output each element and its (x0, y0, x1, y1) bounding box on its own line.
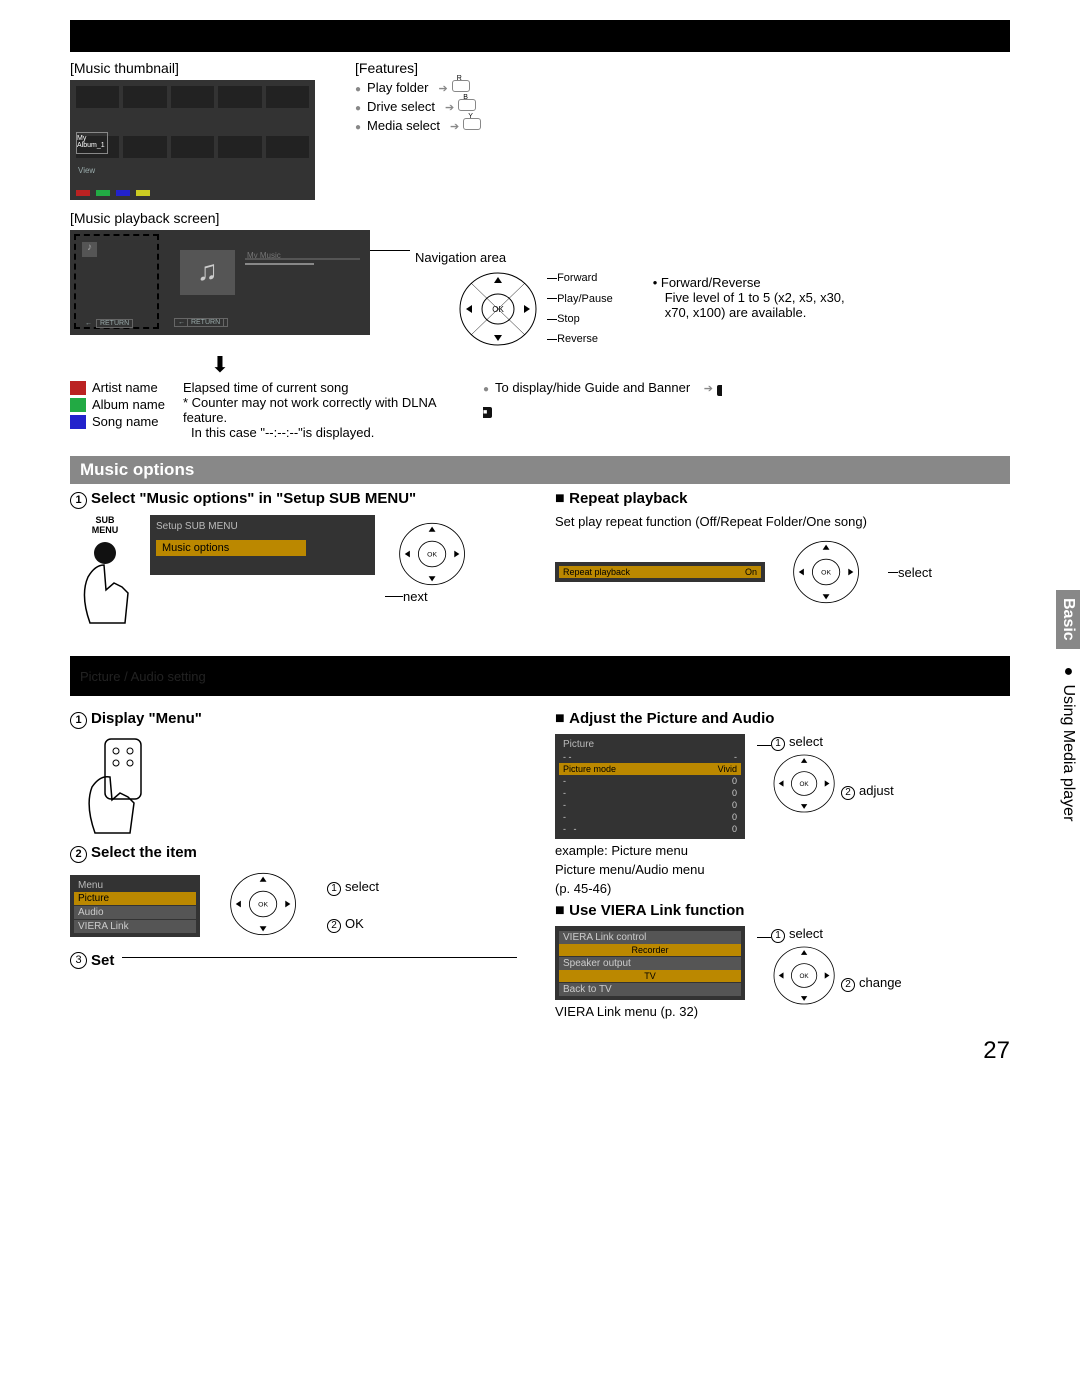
change-label: change (859, 975, 902, 990)
hand-press-icon (70, 535, 140, 625)
sub-menu-remote-button: SUB MENU (70, 515, 140, 628)
red-key-icon (76, 190, 90, 196)
forward-reverse-note: • Forward/Reverse Five level of 1 to 5 (… (653, 275, 845, 320)
artist-name-label: Artist name (92, 380, 158, 395)
repeat-desc: Set play repeat function (Off/Repeat Fol… (555, 514, 1010, 529)
repeat-playback-title: ■ Repeat playback (555, 490, 1010, 508)
color-key-list: Artist name Album name Song name (70, 380, 165, 440)
nav-area-label: Navigation area (415, 250, 506, 265)
ok-label: OK (345, 916, 364, 931)
dpad-icon: OK (779, 537, 874, 607)
next-label: next (403, 589, 428, 604)
repeat-playback-screenshot: Repeat playbackOn (555, 562, 765, 582)
blue-key-icon (116, 190, 130, 196)
label-features: [Features] (355, 60, 481, 76)
blue-square-icon (70, 415, 86, 429)
step-3-set: 3Set (70, 952, 525, 969)
dpad-stop: Stop (557, 312, 580, 326)
side-tab: Basic ● Using Media player (1056, 590, 1080, 920)
feature-drive-select: Drive select B (355, 99, 481, 114)
yellow-key-icon: Y (463, 118, 481, 130)
music-note-icon: ♫ (180, 250, 235, 295)
green-key-icon (96, 190, 110, 196)
select-label: select (789, 926, 823, 941)
select-label: select (898, 565, 932, 580)
picture-audio-header: Picture / Audio setting (70, 656, 1010, 696)
select-item-title: 2Select the item (70, 844, 525, 863)
step-1-title: 1Select "Music options" in "Setup SUB ME… (70, 490, 525, 509)
label-playback-screen: [Music playback screen] (70, 210, 1010, 226)
side-tab-basic: Basic (1056, 590, 1080, 649)
pages-note: (p. 45-46) (555, 881, 1010, 896)
setup-sub-menu-screenshot: Setup SUB MENU Music options (150, 515, 375, 575)
example-note: example: Picture menu (555, 843, 1010, 858)
return-icon: ← RETURN (85, 320, 133, 327)
side-tab-rest: ● Using Media player (1057, 653, 1080, 831)
red-key-icon: R (452, 80, 470, 92)
dpad-icon: OK (757, 751, 852, 816)
album-name-label: Album name (92, 397, 165, 412)
music-thumbnail-screenshot: My Album_1 View (70, 80, 315, 200)
red-square-icon (70, 381, 86, 395)
menu-screenshot: Menu Picture Audio VIERA Link (70, 875, 200, 937)
green-square-icon (70, 398, 86, 412)
music-options-header: Music options (70, 456, 1010, 484)
select-label: select (789, 734, 823, 749)
svg-text:OK: OK (258, 902, 268, 909)
picture-audio-menu-note: Picture menu/Audio menu (555, 862, 1010, 877)
svg-text:OK: OK (800, 781, 810, 788)
dpad-forward: Forward (557, 271, 597, 285)
viera-link-menu-screenshot: VIERA Link control Recorder Speaker outp… (555, 926, 745, 1000)
guide-banner-note: To display/hide Guide and Banner INFO■ (483, 380, 722, 440)
dpad-icon: OK (385, 519, 480, 589)
elapsed-time-note: Elapsed time of current song * Counter m… (183, 380, 443, 440)
song-name-label: Song name (92, 414, 159, 429)
dpad-icon: OK (456, 268, 541, 350)
adjust-label: adjust (859, 783, 894, 798)
dpad-cluster: OK Forward Play/Pause Stop Reverse (456, 268, 613, 350)
feature-media-select: Media select Y (355, 118, 481, 133)
remote-hand-icon (70, 735, 190, 835)
label-music-thumbnail: [Music thumbnail] (70, 60, 315, 76)
return-label-2: ← RETURN (174, 318, 228, 327)
yellow-key-icon (136, 190, 150, 196)
blue-key-icon: B (458, 99, 476, 111)
picture-menu-screenshot: Picture - -- Picture modeVivid -0 -0 -0 … (555, 734, 745, 839)
selected-album: My Album_1 (76, 132, 108, 154)
svg-text:OK: OK (800, 973, 810, 980)
top-black-bar (70, 20, 1010, 52)
dpad-icon: OK (757, 943, 852, 1008)
music-playback-screenshot: ♪ ♫ My Music ← RETURN ← RETURN (70, 230, 370, 335)
page-number: 27 (70, 1037, 1010, 1065)
navigation-area-highlight: ♪ (74, 234, 159, 329)
thumb-view-label: View (78, 166, 95, 175)
display-menu-title: 1Display "Menu" (70, 710, 525, 729)
manual-page: Basic ● Using Media player [Music thumbn… (0, 20, 1080, 1065)
dpad-icon: OK (216, 869, 311, 939)
dpad-reverse: Reverse (557, 332, 598, 346)
svg-text:OK: OK (427, 552, 437, 559)
arrow-down-icon: ⬇ (190, 352, 250, 378)
dpad-play-pause: Play/Pause (557, 292, 613, 306)
svg-text:OK: OK (821, 570, 831, 577)
adjust-picture-audio-title: ■ Adjust the Picture and Audio (555, 710, 1010, 728)
music-options-item: Music options (156, 540, 306, 556)
select-label: select (345, 879, 379, 894)
use-viera-link-title: ■ Use VIERA Link function (555, 902, 1010, 920)
